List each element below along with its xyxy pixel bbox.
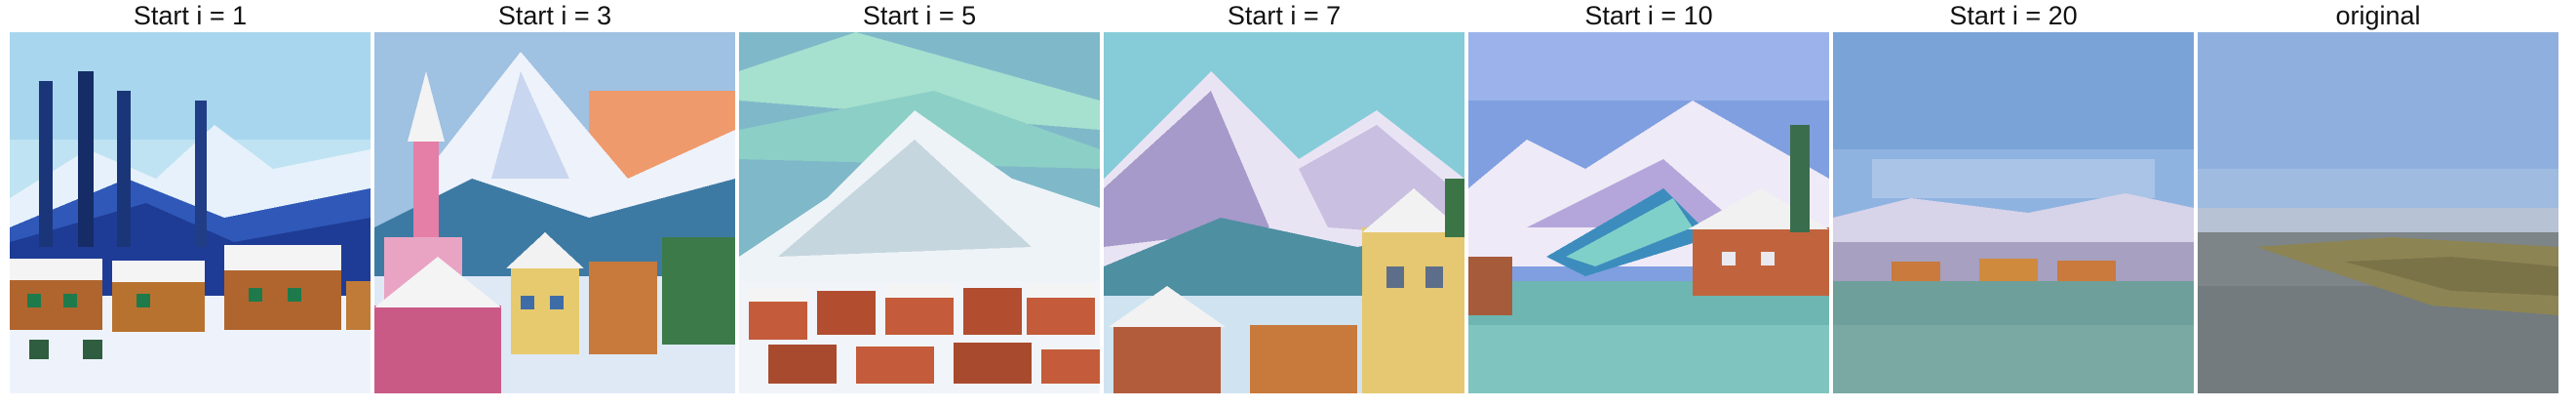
panel-title: Start i = 7 xyxy=(1227,1,1342,30)
panel-start-i-20: Start i = 20 xyxy=(1833,0,2194,408)
panel-image xyxy=(1833,32,2194,393)
panel-start-i-1: Start i = 1 xyxy=(10,0,371,408)
panel-start-i-7: Start i = 7 xyxy=(1104,0,1464,408)
panel-start-i-10: Start i = 10 xyxy=(1468,0,1829,408)
panel-original: original xyxy=(2198,0,2558,408)
panel-title: Start i = 5 xyxy=(862,1,977,30)
panel-image xyxy=(374,32,735,393)
panel-image xyxy=(10,32,371,393)
panel-image xyxy=(2198,32,2558,393)
panel-title: Start i = 20 xyxy=(1949,1,2078,30)
panel-start-i-5: Start i = 5 xyxy=(739,0,1100,408)
panel-title: original xyxy=(2335,1,2421,30)
panel-title: Start i = 3 xyxy=(497,1,612,30)
panel-image xyxy=(1468,32,1829,393)
panel-image xyxy=(739,32,1100,393)
panel-image xyxy=(1104,32,1464,393)
image-comparison-strip: Start i = 1 Start i = 3 Start i = 5 Star… xyxy=(0,0,2576,408)
panel-start-i-3: Start i = 3 xyxy=(374,0,735,408)
panel-title: Start i = 1 xyxy=(133,1,248,30)
panel-title: Start i = 10 xyxy=(1584,1,1713,30)
